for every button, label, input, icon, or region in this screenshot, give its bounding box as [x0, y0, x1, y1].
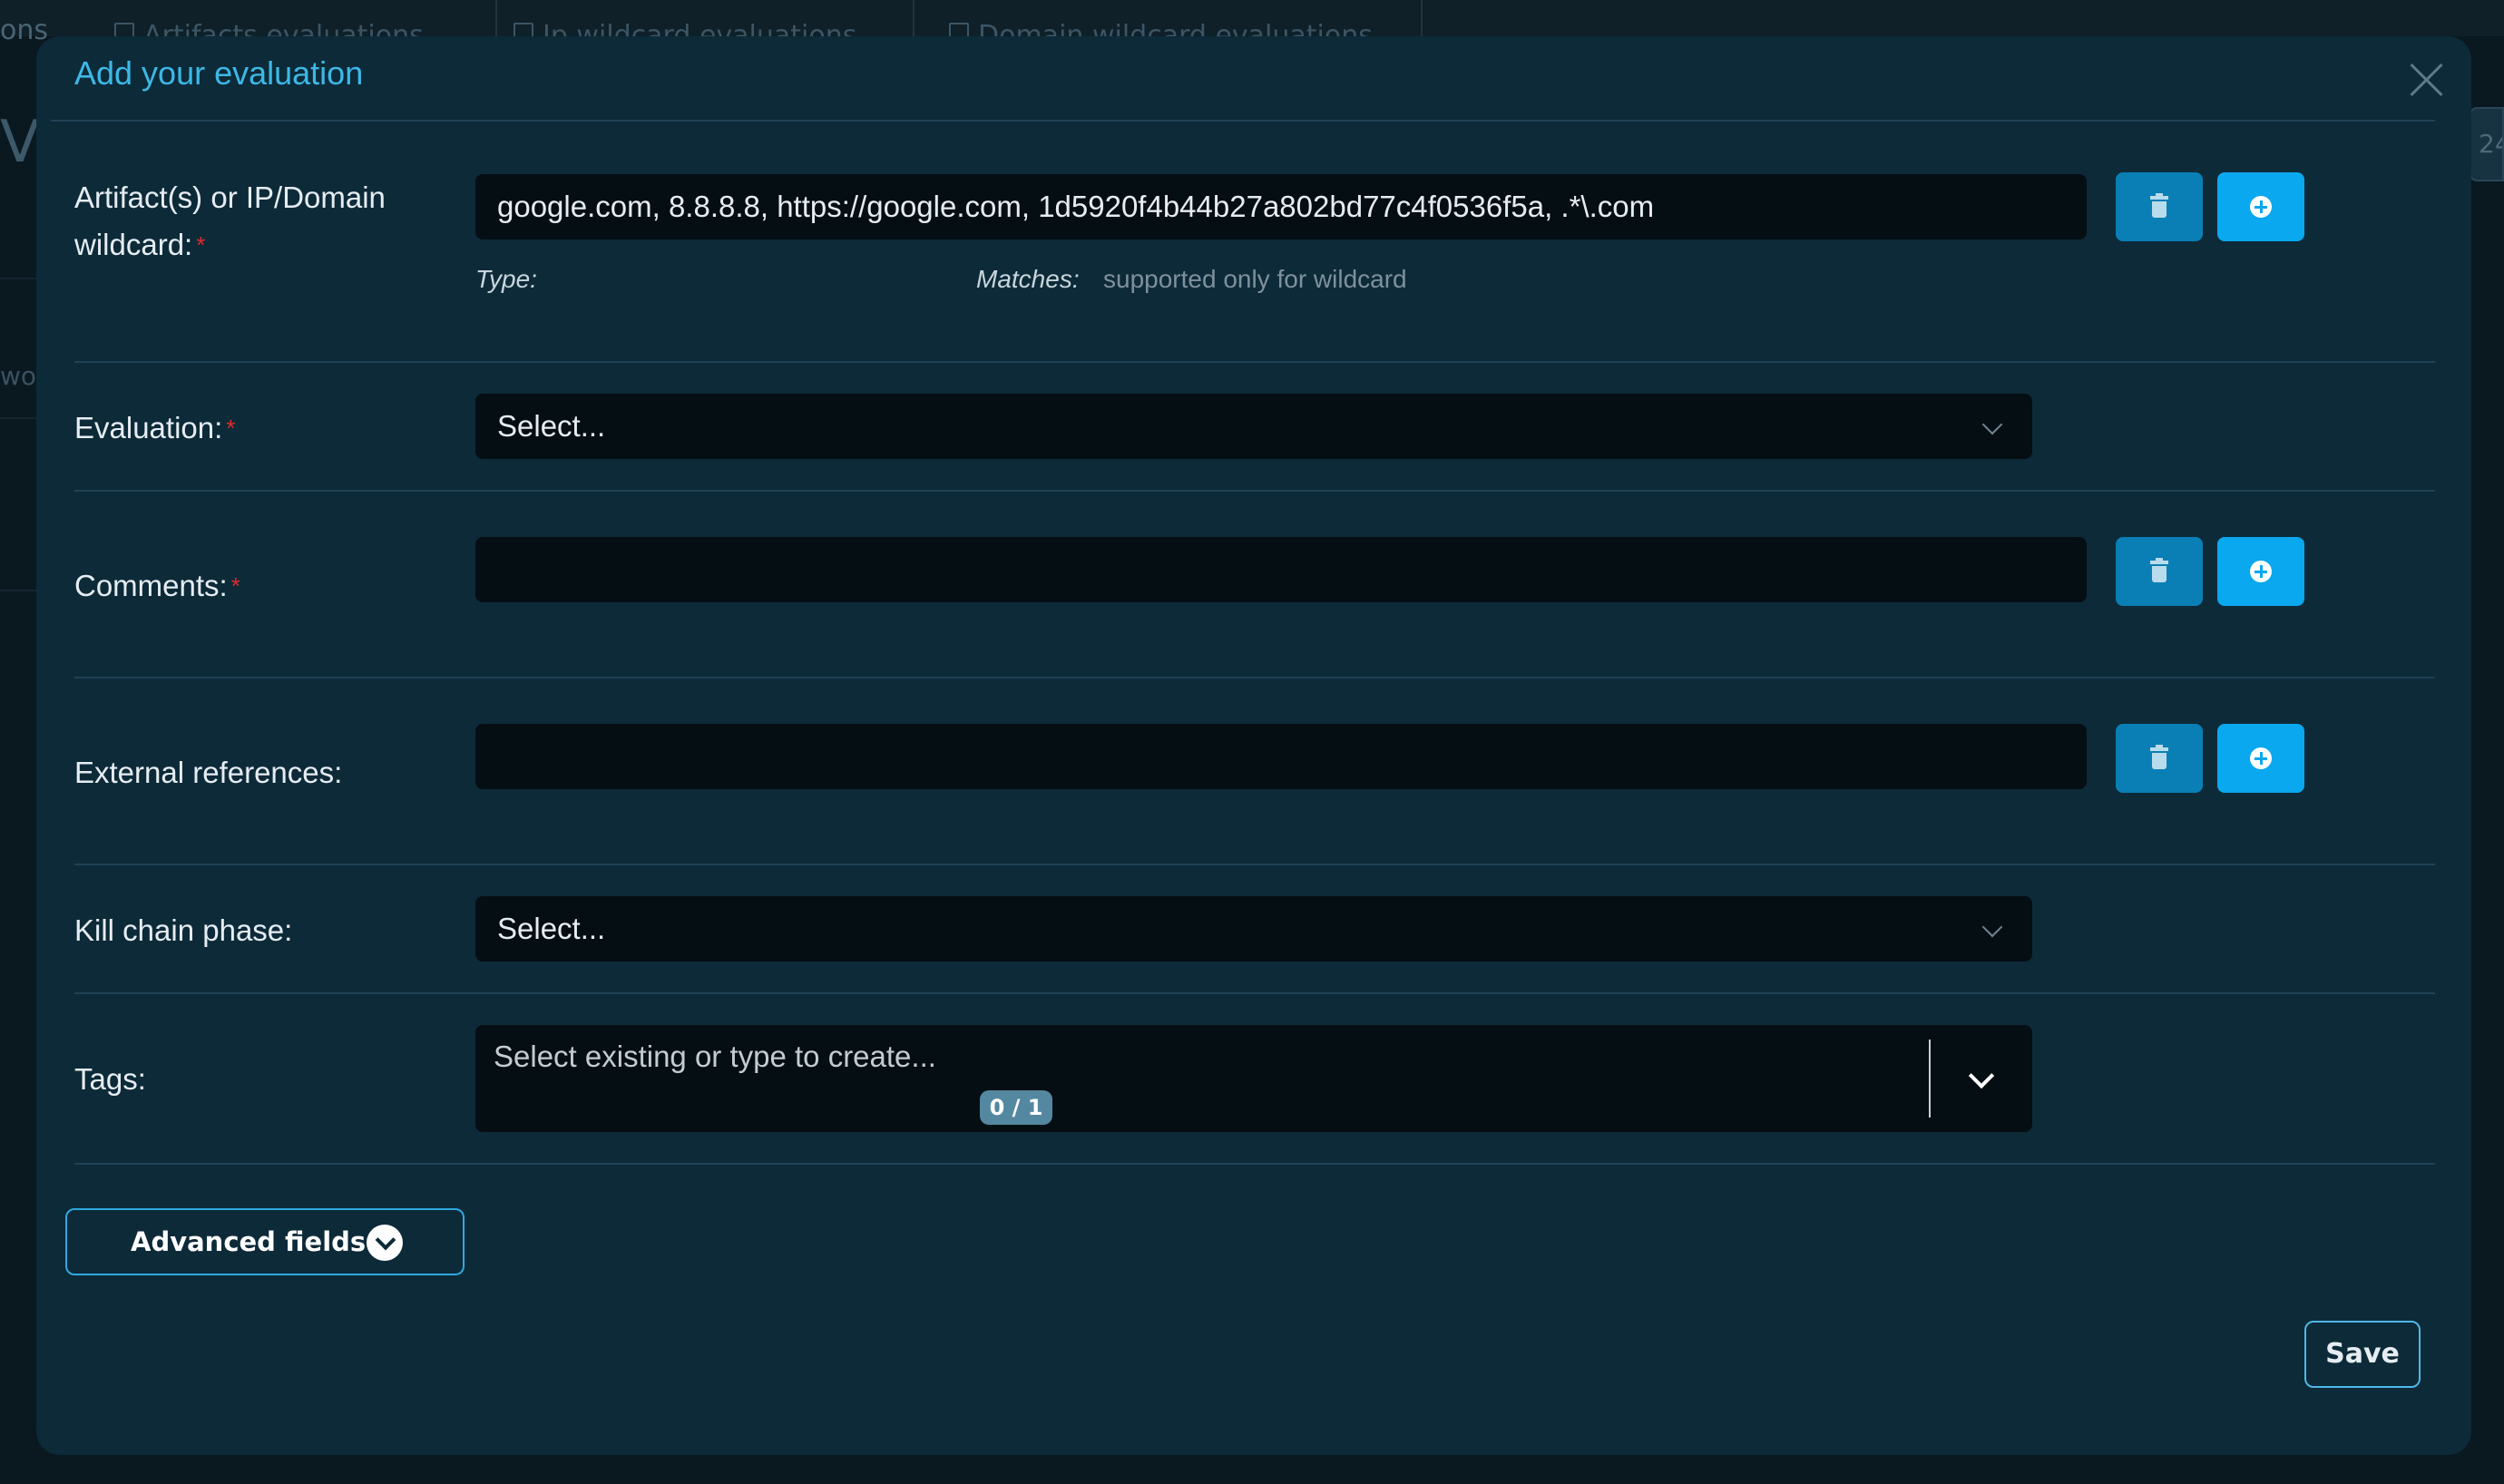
add-evaluation-modal: Add your evaluation Artifact(s) or IP/Do…	[36, 36, 2471, 1455]
chevron-down-circle-icon	[367, 1225, 403, 1261]
tags-input[interactable]: Select existing or type to create... 0 /…	[475, 1025, 2032, 1132]
comments-delete-button[interactable]	[2116, 537, 2203, 606]
background-divider	[0, 590, 40, 591]
artifact-input[interactable]: google.com, 8.8.8.8, https://google.com,…	[475, 174, 2087, 239]
tags-divider	[1929, 1040, 1931, 1118]
trash-icon	[2150, 745, 2168, 769]
advanced-fields-button[interactable]: Advanced fields	[65, 1208, 465, 1275]
trash-icon	[2150, 193, 2168, 218]
row-divider	[74, 1163, 2435, 1165]
trash-icon	[2150, 558, 2168, 582]
external-references-delete-button[interactable]	[2116, 724, 2203, 793]
document-icon	[114, 23, 134, 36]
kill-chain-phase-label: Kill chain phase:	[74, 913, 293, 947]
chevron-down-icon	[1981, 414, 2003, 435]
background-right-chip: 24	[2470, 107, 2504, 181]
row-divider	[74, 992, 2435, 994]
tags-counter-badge: 0 / 1	[980, 1090, 1052, 1125]
background-divider	[0, 417, 40, 419]
plus-circle-icon	[2250, 747, 2272, 769]
artifact-matches-value: supported only for wildcard	[1103, 265, 1407, 293]
comments-label: Comments: *	[74, 569, 240, 602]
kill-chain-phase-select[interactable]: Select...	[475, 896, 2032, 962]
advanced-fields-label: Advanced fields	[131, 1226, 367, 1257]
comments-add-button[interactable]	[2217, 537, 2304, 606]
comments-input[interactable]	[475, 537, 2087, 602]
close-icon[interactable]	[2408, 62, 2444, 98]
background-divider	[0, 278, 40, 279]
modal-title: Add your evaluation	[74, 54, 364, 92]
background-left-text: ons	[0, 15, 48, 46]
artifact-type-label: Type:	[475, 265, 537, 293]
background-tab-ip-wildcard: Ip wildcard evaluations	[490, 0, 915, 36]
plus-circle-icon	[2250, 196, 2272, 218]
document-icon	[949, 23, 969, 36]
background-tab-domain-wildcard: Domain wildcard evaluations	[925, 0, 1423, 36]
row-divider	[74, 361, 2435, 363]
save-button[interactable]: Save	[2304, 1321, 2421, 1388]
tags-label: Tags:	[74, 1062, 146, 1096]
evaluation-label: Evaluation: *	[74, 411, 236, 444]
chevron-down-icon[interactable]	[1968, 1062, 1995, 1089]
required-marker: *	[226, 415, 236, 442]
external-references-input[interactable]	[475, 724, 2087, 789]
tags-placeholder: Select existing or type to create...	[494, 1040, 936, 1073]
row-divider	[74, 864, 2435, 865]
plus-circle-icon	[2250, 561, 2272, 582]
evaluation-select[interactable]: Select...	[475, 394, 2032, 459]
required-marker: *	[196, 231, 206, 259]
artifact-label: Artifact(s) or IP/Domain wildcard: *	[74, 181, 386, 261]
artifact-matches-label: Matches:	[976, 265, 1080, 293]
external-references-label: External references:	[74, 756, 343, 789]
row-divider	[74, 490, 2435, 492]
document-icon	[514, 23, 533, 36]
artifact-delete-button[interactable]	[2116, 172, 2203, 241]
external-references-add-button[interactable]	[2217, 724, 2304, 793]
header-divider	[51, 120, 2435, 122]
background-tab-bar: Artifacts evaluations Ip wildcard evalua…	[0, 0, 2504, 36]
chevron-down-icon	[1981, 916, 2003, 938]
row-divider	[74, 677, 2435, 679]
required-marker: *	[230, 572, 240, 600]
background-tab-artifacts: Artifacts evaluations	[91, 0, 497, 36]
background-heading-letter: V	[0, 109, 40, 176]
artifact-add-button[interactable]	[2217, 172, 2304, 241]
background-partial-text: wo	[0, 361, 37, 391]
